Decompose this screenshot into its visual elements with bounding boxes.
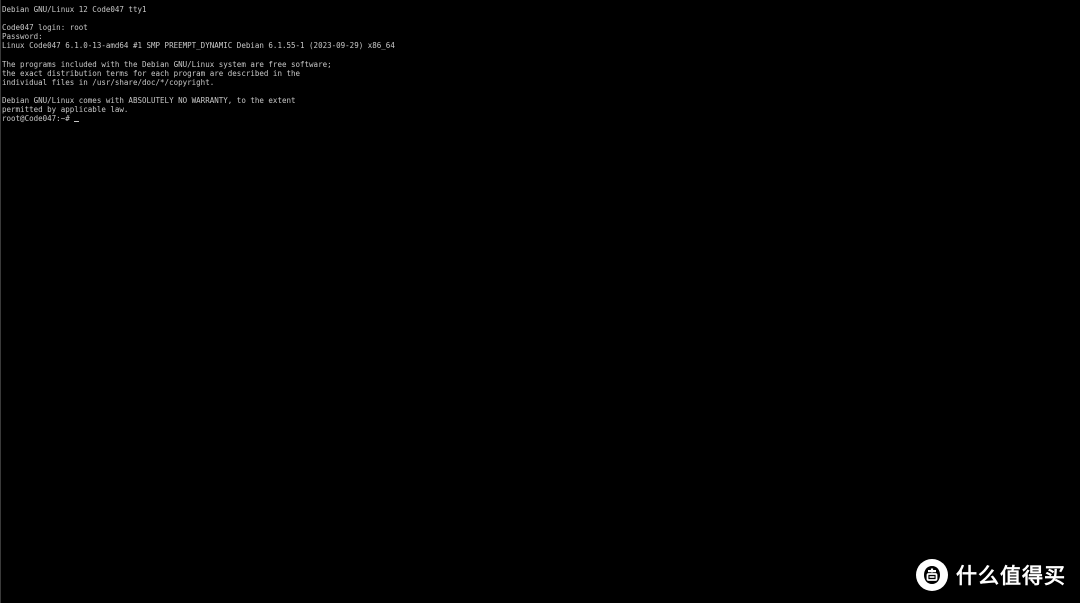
shell-prompt-line[interactable]: root@Code047:~# xyxy=(2,114,1072,123)
console-line-license-2: the exact distribution terms for each pr… xyxy=(2,68,301,78)
console-output: Debian GNU/Linux 12 Code047 tty1 Code047… xyxy=(2,5,1072,123)
console-line-kernel: Linux Code047 6.1.0-13-amd64 #1 SMP PREE… xyxy=(2,41,395,51)
console-line-license-3: individual files in /usr/share/doc/*/cop… xyxy=(2,77,215,87)
text-cursor xyxy=(73,121,79,123)
console-line-warranty-2: permitted by applicable law. xyxy=(2,105,129,115)
tty-console-screen[interactable]: Debian GNU/Linux 12 Code047 tty1 Code047… xyxy=(0,0,1080,603)
watermark: 什么值得买 xyxy=(916,559,1066,591)
console-line-banner: Debian GNU/Linux 12 Code047 tty1 xyxy=(2,5,147,14)
shell-prompt: root@Code047:~# xyxy=(2,114,70,124)
console-line-license-1: The programs included with the Debian GN… xyxy=(2,59,332,69)
console-line-password: Password: xyxy=(2,32,43,42)
watermark-text: 什么值得买 xyxy=(956,564,1066,588)
console-line-warranty-1: Debian GNU/Linux comes with ABSOLUTELY N… xyxy=(2,95,296,105)
screen-left-border xyxy=(0,0,1,603)
console-line-login: Code047 login: root xyxy=(2,23,88,33)
smzdm-logo-icon xyxy=(916,559,948,591)
